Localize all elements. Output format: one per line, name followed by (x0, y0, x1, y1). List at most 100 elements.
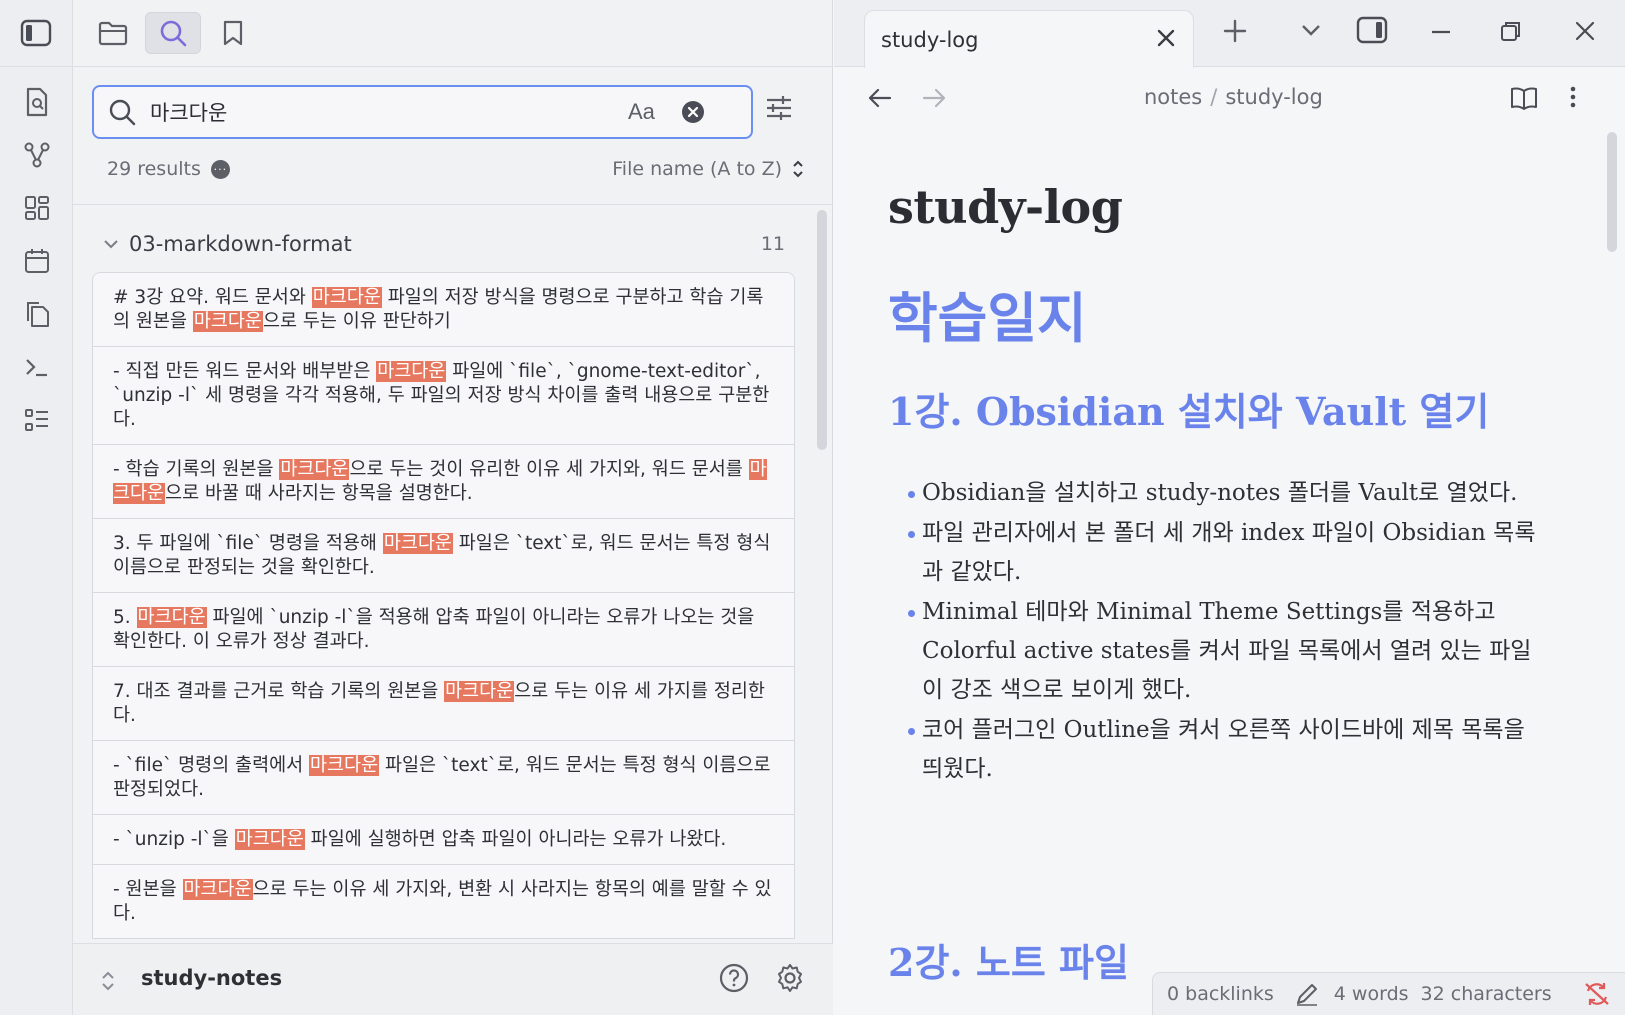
result-text: - `unzip -l`을 (113, 829, 235, 850)
search-settings-icon[interactable] (765, 94, 793, 122)
new-tab-icon[interactable] (1222, 18, 1248, 44)
chevron-down-icon[interactable] (103, 238, 119, 250)
reading-view-icon[interactable] (1510, 85, 1538, 111)
results-list: # 3강 요약. 워드 문서와 마크다운 파일의 저장 방식을 명령으로 구분하… (92, 272, 795, 942)
result-text: 으로 바꿀 때 사라지는 항목을 설명한다. (165, 483, 473, 504)
terminal-icon[interactable] (0, 340, 73, 393)
result-text: 으로 두는 이유 판단하기 (262, 311, 451, 332)
result-text: # 3강 요약. 워드 문서와 (113, 287, 312, 308)
match-highlight: 마크다운 (382, 533, 453, 554)
pencil-edit-icon[interactable] (1294, 981, 1320, 1007)
match-highlight: 마크다운 (444, 681, 515, 702)
result-text: - `file` 명령의 출력에서 (113, 755, 310, 776)
search-result-item[interactable]: 3. 두 파일에 `file` 명령을 적용해 마크다운 파일은 `text`로… (92, 519, 795, 593)
file-explorer-icon[interactable] (85, 12, 141, 54)
restore-window-icon[interactable] (1500, 20, 1522, 42)
heading-1: 학습일지 (888, 286, 1087, 350)
search-result-item[interactable]: # 3강 요약. 워드 문서와 마크다운 파일의 저장 방식을 명령으로 구분하… (92, 272, 795, 347)
breadcrumb-separator: / (1210, 85, 1218, 109)
match-case-toggle[interactable]: Aa (628, 99, 655, 125)
search-panel: Aa 29 results ··· File name (A to Z) 03-… (73, 0, 833, 1015)
backlinks-count[interactable]: 0 backlinks (1167, 983, 1274, 1005)
new-note-icon[interactable] (0, 75, 73, 128)
result-text: 7. 대조 결과를 근거로 학습 기록의 원본을 (113, 681, 445, 702)
sort-dropdown[interactable]: File name (A to Z) (612, 158, 804, 180)
breadcrumb-file[interactable]: study-log (1225, 85, 1322, 109)
search-result-item[interactable]: - `file` 명령의 출력에서 마크다운 파일은 `text`로, 워드 문… (92, 741, 795, 815)
forward-arrow-icon[interactable] (922, 87, 946, 109)
more-options-icon[interactable] (1570, 85, 1576, 109)
result-text: 으로 두는 것이 유리한 이유 세 가지와, 워드 문서를 (349, 459, 749, 480)
tab-study-log[interactable]: study-log (864, 10, 1194, 68)
match-highlight: 마크다운 (311, 287, 382, 308)
results-scrollbar[interactable] (817, 210, 827, 450)
calendar-icon[interactable] (0, 234, 73, 287)
vault-switcher-bar: study-notes (73, 943, 833, 1015)
sync-disabled-icon[interactable] (1583, 981, 1611, 1007)
char-count: 32 characters (1420, 983, 1552, 1005)
search-result-item[interactable]: - `unzip -l`을 마크다운 파일에 실행하면 압축 파일이 아니라는 … (92, 815, 795, 865)
breadcrumb-folder[interactable]: notes (1144, 85, 1202, 109)
result-text: - 원본을 (113, 879, 183, 900)
match-highlight: 마크다운 (279, 459, 350, 480)
search-input[interactable] (150, 100, 620, 124)
word-count: 4 words (1333, 983, 1409, 1005)
heading-2: 1강. Obsidian 설치와 Vault 열기 (888, 389, 1490, 434)
match-highlight: 마크다운 (309, 755, 380, 776)
result-text: 파일에 `unzip -l`을 적용해 압축 파일이 아니라는 오류가 나오는 … (113, 607, 755, 652)
result-text: - 직접 만든 워드 문서와 배부받은 (113, 361, 377, 382)
sort-label: File name (A to Z) (612, 158, 782, 180)
search-icon (108, 98, 136, 126)
sidebar-toggle-icon[interactable] (20, 19, 52, 47)
result-group-header[interactable]: 03-markdown-format 11 (103, 232, 803, 256)
search-result-item[interactable]: 5. 마크다운 파일에 `unzip -l`을 적용해 압축 파일이 아니라는 … (92, 593, 795, 667)
templates-icon[interactable] (0, 287, 73, 340)
panel-toolbar (73, 0, 832, 67)
tab-title: study-log (881, 27, 979, 52)
match-highlight: 마크다운 (136, 607, 207, 628)
results-summary: 29 results ··· (107, 158, 230, 180)
tab-bar: study-log (834, 0, 1625, 68)
list-item: 코어 플러그인 Outline을 켜서 오른쪽 사이드바에 제목 목록을 띄웠다… (908, 711, 1548, 789)
result-text: 3. 두 파일에 `file` 명령을 적용해 (113, 533, 383, 554)
heading-2-next: 2강. 노트 파일 (888, 940, 1129, 985)
result-text: 파일에 실행하면 압축 파일이 아니라는 오류가 나왔다. (304, 829, 727, 850)
match-highlight: 마크다운 (192, 311, 263, 332)
editor-scrollbar[interactable] (1607, 132, 1617, 252)
right-sidebar-toggle-icon[interactable] (1356, 16, 1388, 44)
result-text: 5. (113, 607, 137, 628)
search-tab-icon[interactable] (145, 12, 201, 54)
note-content[interactable]: study-log 학습일지 1강. Obsidian 설치와 Vault 열기… (888, 180, 1548, 985)
clear-search-icon[interactable] (681, 100, 705, 124)
close-window-icon[interactable] (1574, 20, 1596, 42)
results-count: 29 results (107, 158, 201, 180)
minimize-icon[interactable] (1430, 30, 1452, 34)
list-item: Obsidian을 설치하고 study-notes 폴더를 Vault로 열었… (908, 474, 1548, 513)
list-item: 파일 관리자에서 본 폴더 세 개와 index 파일이 Obsidian 목록… (908, 514, 1548, 592)
divider (73, 204, 833, 205)
canvas-icon[interactable] (0, 181, 73, 234)
settings-gear-icon[interactable] (775, 963, 805, 993)
close-tab-icon[interactable] (1155, 27, 1177, 49)
bookmark-icon[interactable] (205, 12, 261, 54)
search-result-item[interactable]: - 원본을 마크다운으로 두는 이유 세 가지와, 변환 시 사라지는 항목의 … (92, 865, 795, 939)
search-result-item[interactable]: - 직접 만든 워드 문서와 배부받은 마크다운 파일에 `file`, `gn… (92, 347, 795, 445)
vault-name[interactable]: study-notes (141, 966, 282, 990)
note-title[interactable]: study-log (888, 180, 1548, 234)
help-icon[interactable] (719, 963, 749, 993)
chevron-updown-icon (792, 159, 804, 179)
breadcrumb: notes / study-log (1144, 85, 1323, 109)
back-arrow-icon[interactable] (868, 87, 892, 109)
result-text: - 학습 기록의 원본을 (113, 459, 280, 480)
tab-list-chevron-icon[interactable] (1300, 22, 1322, 38)
search-result-item[interactable]: - 학습 기록의 원본을 마크다운으로 두는 것이 유리한 이유 세 가지와, … (92, 445, 795, 519)
group-name: 03-markdown-format (129, 232, 352, 256)
chevron-updown-icon[interactable] (101, 970, 115, 992)
match-highlight: 마크다운 (182, 879, 253, 900)
search-result-item[interactable]: 7. 대조 결과를 근거로 학습 기록의 원본을 마크다운으로 두는 이유 세 … (92, 667, 795, 741)
more-options-icon[interactable]: ··· (210, 159, 230, 179)
view-header: notes / study-log (834, 67, 1625, 131)
graph-view-icon[interactable] (0, 128, 73, 181)
outline-list-icon[interactable] (0, 393, 73, 446)
list-item: Minimal 테마와 Minimal Theme Settings를 적용하고… (908, 593, 1548, 710)
